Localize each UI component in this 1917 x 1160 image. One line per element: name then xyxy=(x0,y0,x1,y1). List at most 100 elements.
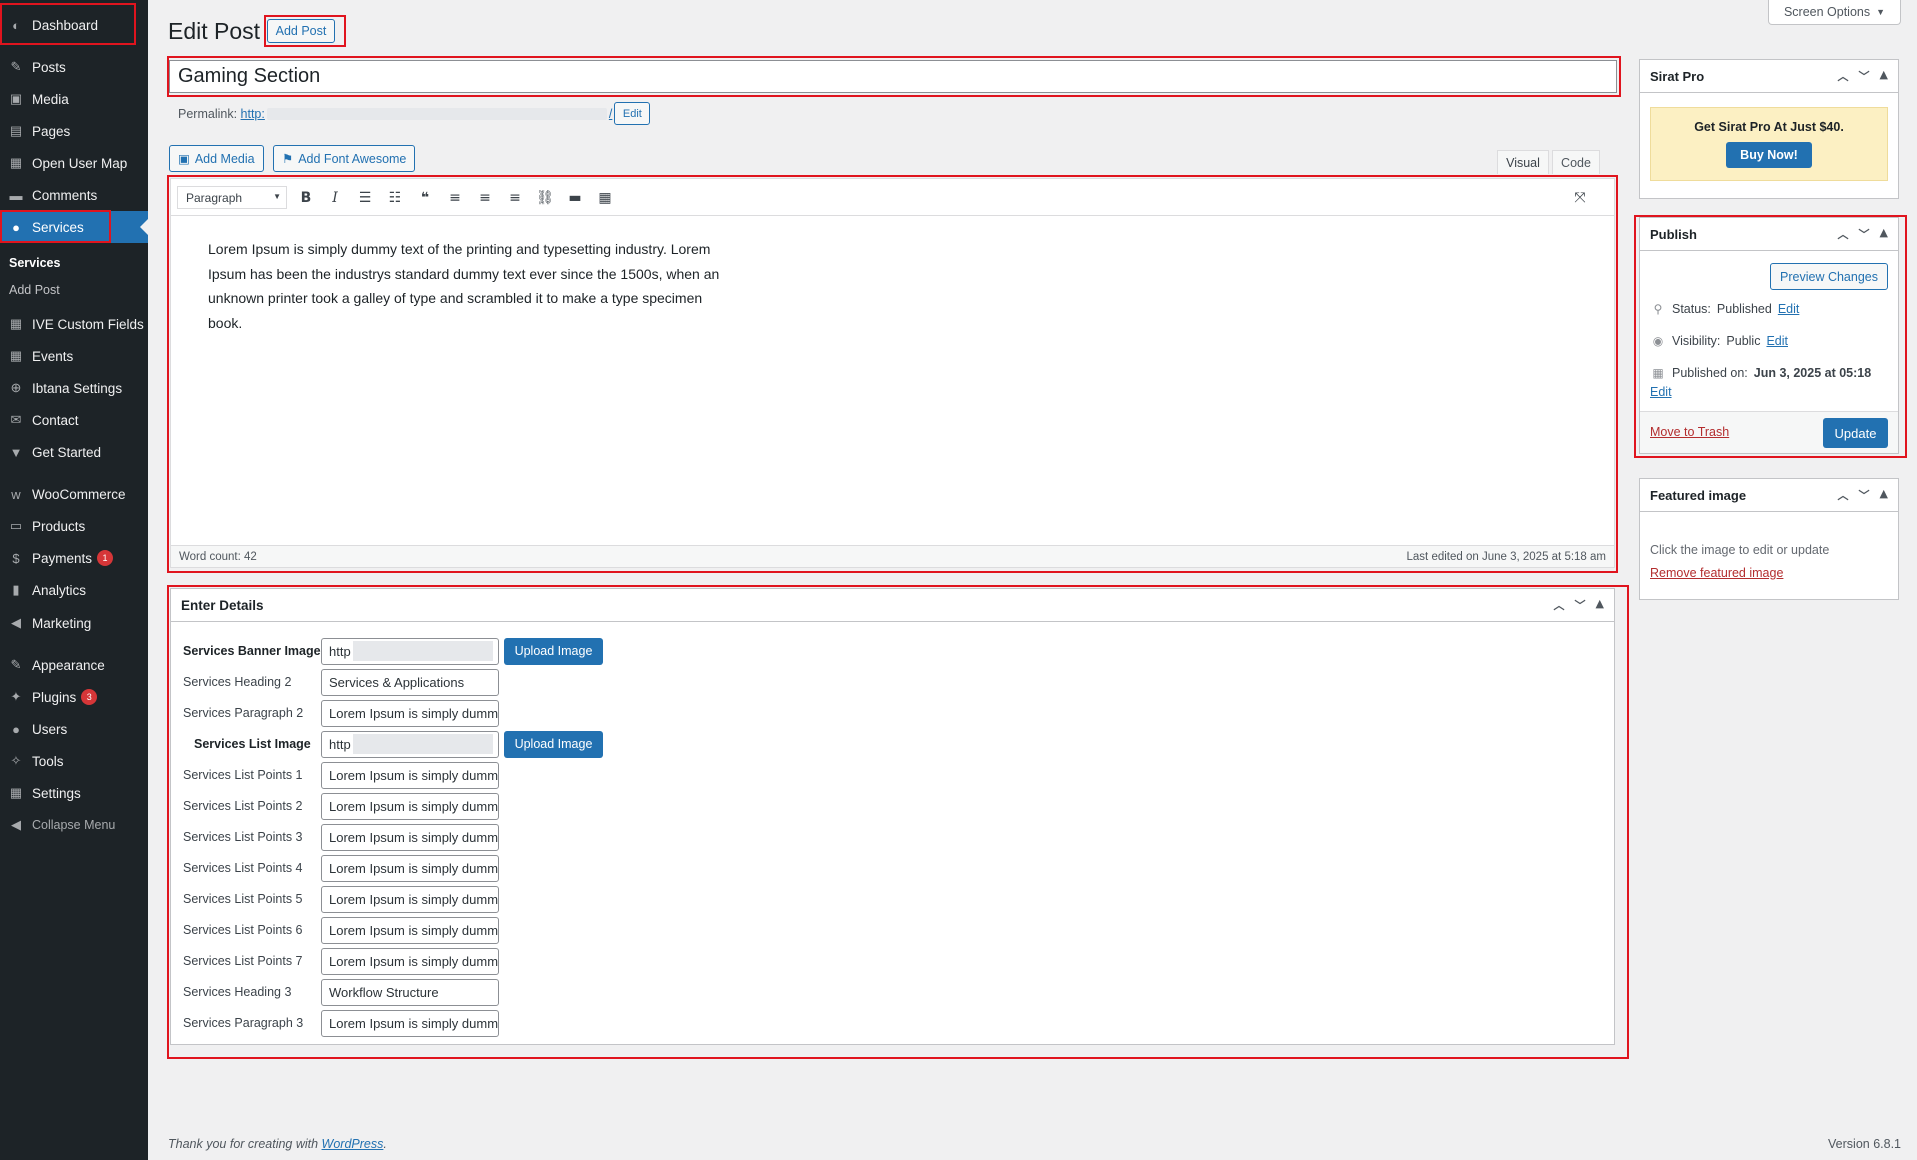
detail-field-input[interactable]: Lorem Ipsum is simply dummy xyxy=(321,1009,499,1037)
upload-image-button[interactable]: Upload Image xyxy=(504,637,603,665)
screen-options-button[interactable]: Screen Options ▼ xyxy=(1768,0,1901,25)
sidebar-item-posts[interactable]: ✎ Posts xyxy=(0,51,148,83)
tab-code[interactable]: Code xyxy=(1552,150,1600,174)
sidebar-item-open-user-map[interactable]: ▦ Open User Map xyxy=(0,147,148,179)
sidebar-item-events[interactable]: ▦ Events xyxy=(0,340,148,372)
link-icon[interactable]: ⛓ xyxy=(535,188,555,208)
sidebar-item-dashboard[interactable]: ◐ Dashboard xyxy=(0,9,148,41)
toolbar-toggle-icon[interactable]: ▦ xyxy=(595,188,615,208)
chevron-down-icon[interactable]: ﹀ xyxy=(1859,226,1870,242)
sidebar-item-services[interactable]: ● Services xyxy=(0,211,148,243)
publish-actions: Move to Trash Update xyxy=(1640,411,1898,453)
chevron-up-icon[interactable]: ︿ xyxy=(1838,487,1849,503)
blockquote-icon[interactable]: ❝ xyxy=(415,188,435,208)
collapse-menu-button[interactable]: ◀ Collapse Menu xyxy=(0,809,148,841)
flag-icon: ⚑ xyxy=(282,152,294,166)
sidebar-item-comments[interactable]: ▬ Comments xyxy=(0,179,148,211)
submenu-services[interactable]: Services xyxy=(0,250,148,276)
detail-field-input[interactable]: Lorem Ipsum is simply dummy xyxy=(321,885,499,913)
toggle-arrow-icon[interactable]: ▲ xyxy=(1880,487,1888,503)
publish-header[interactable]: Publish ︿ ﹀ ▲ xyxy=(1640,218,1898,251)
published-edit-link[interactable]: Edit xyxy=(1650,385,1672,399)
sidebar-item-tools[interactable]: ✧ Tools xyxy=(0,745,148,777)
sidebar-item-media[interactable]: ▣ Media xyxy=(0,83,148,115)
sidebar-item-ive-custom-fields[interactable]: ▦ IVE Custom Fields xyxy=(0,308,148,340)
detail-field-input[interactable]: Lorem Ipsum is simply dummy xyxy=(321,792,499,820)
add-media-button[interactable]: ▣ Add Media xyxy=(169,145,264,172)
bullet-list-icon[interactable]: ☰ xyxy=(355,188,375,208)
detail-field-input[interactable]: http xyxy=(321,730,499,758)
sidebar-item-label: Posts xyxy=(32,59,66,75)
read-more-icon[interactable]: ▬ xyxy=(565,188,585,208)
sidebar-item-plugins[interactable]: ✦ Plugins 3 xyxy=(0,681,148,713)
detail-field-label: Services Paragraph 2 xyxy=(183,706,304,720)
sidebar-item-marketing[interactable]: ◀ Marketing xyxy=(0,607,148,639)
sidebar-item-ibtana-settings[interactable]: ⊕ Ibtana Settings xyxy=(0,372,148,404)
bold-icon[interactable]: B xyxy=(296,188,316,208)
detail-field-row: Services Heading 3 Workflow Structure xyxy=(183,978,499,1006)
sidebar-item-pages[interactable]: ▤ Pages xyxy=(0,115,148,147)
align-center-icon[interactable]: ≡ xyxy=(475,188,495,208)
italic-icon[interactable]: I xyxy=(325,188,345,208)
wordpress-link[interactable]: WordPress xyxy=(322,1137,384,1151)
chevron-up-icon[interactable]: ︿ xyxy=(1838,226,1849,242)
add-post-button[interactable]: Add Post xyxy=(267,19,335,43)
toggle-arrow-icon[interactable]: ▲ xyxy=(1880,226,1888,242)
fullscreen-icon[interactable]: ⤧ xyxy=(1570,188,1590,208)
sidebar-item-appearance[interactable]: ✎ Appearance xyxy=(0,649,148,681)
buy-now-button[interactable]: Buy Now! xyxy=(1726,142,1812,168)
chevron-up-icon[interactable]: ︿ xyxy=(1838,68,1849,84)
sidebar-item-contact[interactable]: ✉ Contact xyxy=(0,404,148,436)
published-value: Jun 3, 2025 at 05:18 xyxy=(1753,366,1872,380)
sidebar-item-get-started[interactable]: ▼ Get Started xyxy=(0,436,148,468)
align-right-icon[interactable]: ≡ xyxy=(505,188,525,208)
preview-changes-button[interactable]: Preview Changes xyxy=(1770,263,1888,290)
permalink-slash[interactable]: / xyxy=(609,107,612,121)
chevron-down-icon[interactable]: ﹀ xyxy=(1575,597,1586,613)
permalink-link[interactable]: http: xyxy=(241,107,265,121)
post-title-input[interactable]: Gaming Section xyxy=(169,60,1617,93)
enter-details-header[interactable]: Enter Details ︿ ﹀ ▲ xyxy=(171,589,1614,622)
detail-field-input[interactable]: Lorem Ipsum is simply dummy xyxy=(321,823,499,851)
editor-content[interactable]: Lorem Ipsum is simply dummy text of the … xyxy=(208,237,728,335)
detail-field-input[interactable]: Lorem Ipsum is simply dummy xyxy=(321,854,499,882)
sidebar-item-products[interactable]: ▭ Products xyxy=(0,510,148,542)
remove-featured-image-link[interactable]: Remove featured image xyxy=(1650,566,1783,580)
detail-field-input[interactable]: Services & Applications xyxy=(321,668,499,696)
metabox-title: Enter Details xyxy=(181,597,264,613)
toggle-arrow-icon[interactable]: ▲ xyxy=(1596,597,1604,613)
update-button[interactable]: Update xyxy=(1823,418,1888,448)
submenu-add-post[interactable]: Add Post xyxy=(0,277,148,303)
detail-field-input[interactable]: Lorem Ipsum is simply dummy xyxy=(321,947,499,975)
chevron-down-icon[interactable]: ﹀ xyxy=(1859,68,1870,84)
sidebar-item-users[interactable]: ● Users xyxy=(0,713,148,745)
detail-field-label: Services List Points 3 xyxy=(183,830,303,844)
tab-visual[interactable]: Visual xyxy=(1497,150,1549,174)
sirat-pro-header[interactable]: Sirat Pro ︿ ﹀ ▲ xyxy=(1640,60,1898,93)
upload-image-button[interactable]: Upload Image xyxy=(504,730,603,758)
add-font-awesome-button[interactable]: ⚑ Add Font Awesome xyxy=(273,145,416,172)
sidebar-item-payments[interactable]: $ Payments 1 xyxy=(0,542,148,574)
featured-image-header[interactable]: Featured image ︿ ﹀ ▲ xyxy=(1640,479,1898,512)
permalink-edit-button[interactable]: Edit xyxy=(614,102,651,125)
chevron-down-icon[interactable]: ﹀ xyxy=(1859,487,1870,503)
format-select[interactable]: Paragraph ▼ xyxy=(177,186,287,209)
toggle-arrow-icon[interactable]: ▲ xyxy=(1880,68,1888,84)
move-to-trash-link[interactable]: Move to Trash xyxy=(1650,425,1729,439)
detail-field-input[interactable]: Lorem Ipsum is simply dummy xyxy=(321,699,499,727)
detail-field-input[interactable]: Workflow Structure xyxy=(321,978,499,1006)
detail-field-input[interactable]: Lorem Ipsum is simply dummy xyxy=(321,761,499,789)
status-edit-link[interactable]: Edit xyxy=(1778,302,1800,316)
detail-field-input[interactable]: http xyxy=(321,637,499,665)
detail-field-label: Services List Points 5 xyxy=(183,892,303,906)
numbered-list-icon[interactable]: ☷ xyxy=(385,188,405,208)
visibility-edit-link[interactable]: Edit xyxy=(1766,334,1788,348)
sidebar-item-woocommerce[interactable]: w WooCommerce xyxy=(0,478,148,510)
align-left-icon[interactable]: ≡ xyxy=(445,188,465,208)
ibtana-icon: ⊕ xyxy=(10,380,22,395)
detail-field-label: Services List Image xyxy=(194,737,311,751)
sidebar-item-analytics[interactable]: ▮ Analytics xyxy=(0,574,148,606)
sidebar-item-settings[interactable]: ▦ Settings xyxy=(0,777,148,809)
chevron-up-icon[interactable]: ︿ xyxy=(1554,597,1565,613)
detail-field-input[interactable]: Lorem Ipsum is simply dummy xyxy=(321,916,499,944)
